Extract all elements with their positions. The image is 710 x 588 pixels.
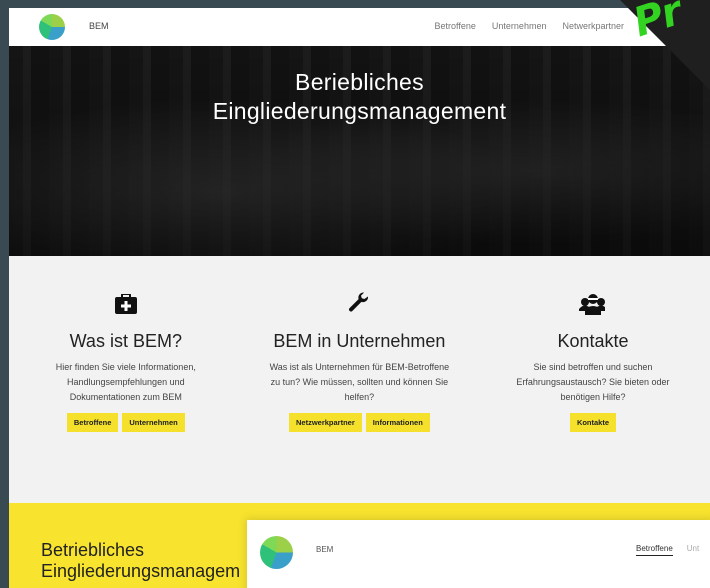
- feature-desc: Was ist als Unternehmen für BEM-Betroffe…: [269, 362, 450, 402]
- logo-icon[interactable]: [39, 14, 65, 40]
- hero-title-line1: Beriebliches: [295, 69, 424, 95]
- hero-title-line2: Eingliederungsmanagement: [212, 98, 507, 124]
- wrench-icon: [243, 287, 477, 321]
- brand-name[interactable]: BEM: [89, 21, 109, 31]
- feature-bem-in-unternehmen: BEM in Unternehmen Was ist als Unternehm…: [243, 273, 477, 478]
- feature-title: BEM in Unternehmen: [273, 331, 446, 351]
- yellow-title: Betriebliches Eingliederungsmanagem: [41, 540, 271, 582]
- nav-netwerkpartner[interactable]: Netwerkpartner: [562, 21, 624, 31]
- top-nav: BEM Betroffene Unternehmen Netwerkpartne…: [9, 8, 710, 46]
- nav-unternehmen[interactable]: Unternehmen: [492, 21, 547, 31]
- nav-links: Betroffene Unternehmen Netwerkpartner: [435, 21, 624, 31]
- kontakte-button[interactable]: Kontakte: [569, 413, 617, 432]
- unternehmen-button[interactable]: Unternehmen: [122, 413, 185, 432]
- preview-card: BEM Betroffene Unt: [247, 520, 710, 588]
- feature-was-ist-bem: Was ist BEM? Hier finden Sie viele Infor…: [9, 273, 243, 478]
- netzwerkpartner-button[interactable]: Netzwerkpartner: [289, 413, 362, 432]
- feature-title: Kontakte: [557, 331, 629, 351]
- informationen-button[interactable]: Informationen: [365, 413, 430, 432]
- feature-buttons: Kontakte: [476, 413, 710, 432]
- feature-buttons: Netzwerkpartner Informationen: [243, 413, 477, 432]
- brand-name[interactable]: BEM: [316, 545, 333, 554]
- people-group-icon: [476, 287, 710, 321]
- feature-buttons: Betroffene Unternehmen: [9, 413, 243, 432]
- feature-kontakte: Kontakte Sie sind betroffen und suchen E…: [476, 273, 710, 478]
- betroffene-button[interactable]: Betroffene: [66, 413, 119, 432]
- preview-nav: Betroffene Unt: [636, 544, 699, 556]
- page: BEM Betroffene Unternehmen Netwerkpartne…: [9, 8, 710, 588]
- hero-title: Beriebliches Eingliederungsmanagement: [9, 68, 710, 126]
- feature-desc: Hier finden Sie viele Informationen, Han…: [55, 362, 196, 402]
- yellow-title-line1: Betriebliches: [41, 540, 145, 560]
- yellow-title-line2: Eingliederungsmanagem: [41, 561, 241, 581]
- nav-betroffene[interactable]: Betroffene: [435, 21, 476, 31]
- features-section: Was ist BEM? Hier finden Sie viele Infor…: [9, 273, 710, 478]
- first-aid-kit-icon: [9, 287, 243, 321]
- nav-betroffene-active[interactable]: Betroffene: [636, 544, 673, 556]
- feature-title: Was ist BEM?: [69, 331, 182, 351]
- nav-unternehmen-truncated[interactable]: Unt: [687, 544, 699, 556]
- feature-desc: Sie sind betroffen und suchen Erfahrungs…: [516, 362, 670, 402]
- hero-image: Beriebliches Eingliederungsmanagement: [9, 46, 710, 256]
- logo-icon[interactable]: [260, 536, 293, 569]
